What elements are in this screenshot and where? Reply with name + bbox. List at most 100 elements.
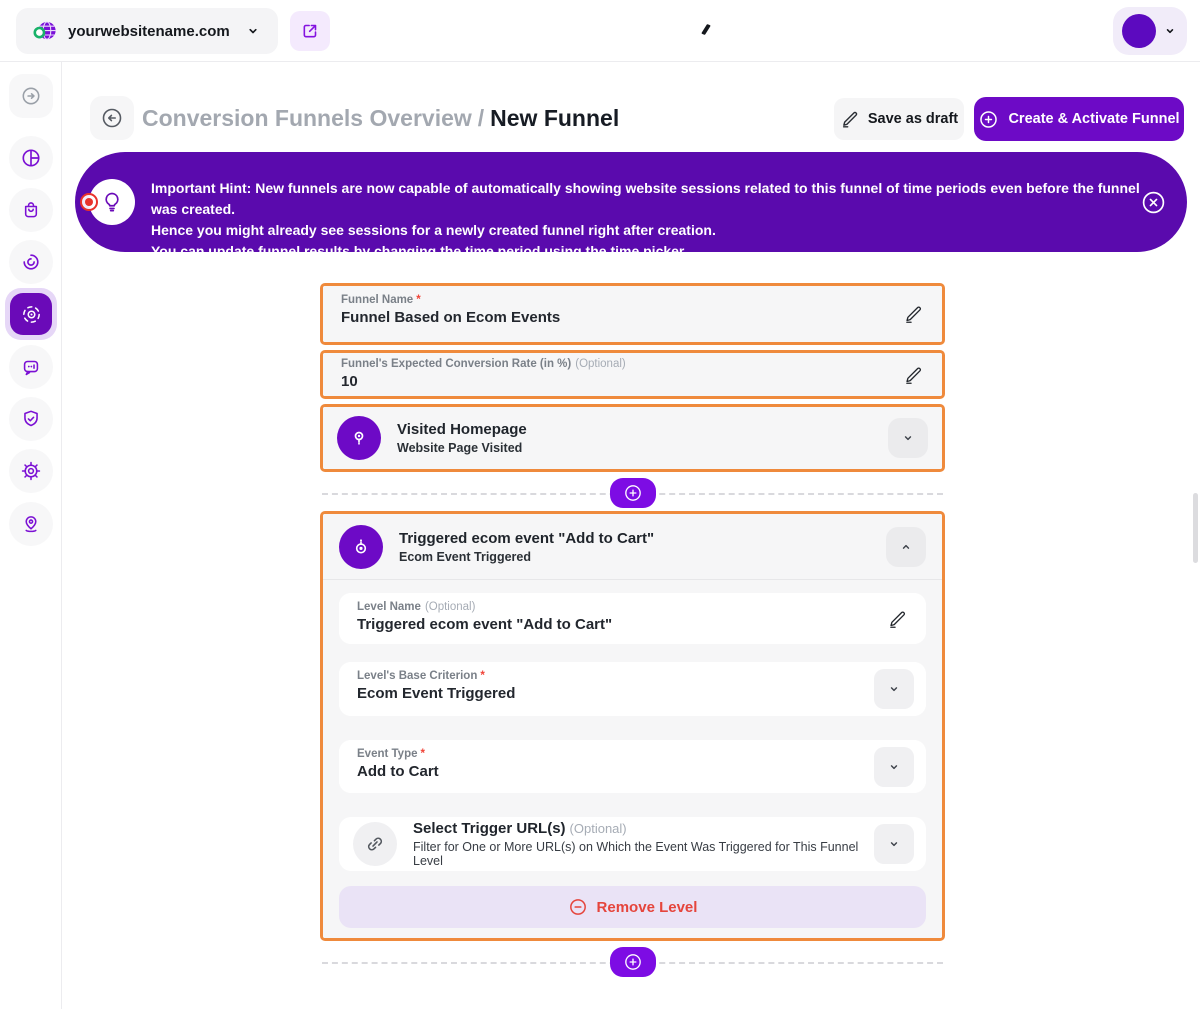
sidebar-item-analytics[interactable]: [9, 136, 53, 180]
shopping-bag-icon: [20, 199, 42, 221]
event-type-inner: Event Type* Add to Cart: [339, 740, 926, 793]
required-asterisk: *: [416, 294, 420, 306]
sidebar-item-funnels[interactable]: [5, 288, 57, 340]
trigger-urls-label: Select Trigger URL(s): [413, 820, 566, 837]
add-level-divider: [320, 947, 945, 977]
add-level-button[interactable]: [610, 478, 656, 508]
conversion-rate-label-row: Funnel's Expected Conversion Rate (in %)…: [341, 358, 882, 370]
add-level-divider: [320, 478, 945, 508]
optional-tag: (Optional): [570, 821, 627, 836]
funnel-target-icon: [20, 303, 43, 326]
level-name-field[interactable]: Level Name (Optional) Triggered ecom even…: [339, 593, 926, 644]
base-criterion-dropdown-button[interactable]: [874, 669, 914, 709]
level-2-text: Triggered ecom event "Add to Cart" Ecom …: [399, 530, 886, 564]
conversion-rate-field[interactable]: Funnel's Expected Conversion Rate (in %)…: [323, 353, 942, 396]
required-asterisk: *: [480, 670, 484, 682]
sidebar-item-settings[interactable]: [9, 449, 53, 493]
level-1-expand-button[interactable]: [888, 418, 928, 458]
create-activate-funnel-button[interactable]: Create & Activate Funnel: [974, 97, 1184, 141]
event-type-label-row: Event Type*: [357, 748, 866, 760]
site-selector[interactable]: yourwebsitename.com: [16, 8, 278, 54]
globe-icon: [32, 18, 58, 44]
pie-chart-icon: [20, 147, 42, 169]
text-cursor-artifact: [701, 24, 711, 35]
sidebar-item-collapse[interactable]: [9, 74, 53, 118]
conversion-rate-value: 10: [341, 373, 882, 390]
sidebar-item-tracking[interactable]: [9, 502, 53, 546]
level-2-header[interactable]: Triggered ecom event "Add to Cart" Ecom …: [323, 514, 942, 579]
chevron-down-icon: [900, 430, 916, 446]
back-arrow-icon: [100, 106, 124, 130]
save-as-draft-button[interactable]: Save as draft: [834, 98, 964, 140]
trigger-urls-dropdown-button[interactable]: [874, 824, 914, 864]
highlight-level-2: Triggered ecom event "Add to Cart" Ecom …: [320, 511, 945, 941]
main-content: Conversion Funnels Overview/New Funnel S…: [62, 62, 1200, 1009]
level-2-title: Triggered ecom event "Add to Cart": [399, 530, 886, 547]
site-name: yourwebsitename.com: [68, 23, 244, 40]
edit-icon[interactable]: [903, 364, 924, 385]
plus-circle-icon: [623, 952, 643, 972]
event-type-value: Add to Cart: [357, 763, 866, 780]
level-name-inner: Level Name (Optional) Triggered ecom even…: [339, 593, 926, 644]
chevron-down-icon: [886, 681, 902, 697]
level-name-value: Triggered ecom event "Add to Cart": [357, 616, 866, 633]
top-bar: yourwebsitename.com: [0, 0, 1200, 62]
scrollbar-thumb[interactable]: [1193, 493, 1198, 563]
breadcrumb-current: New Funnel: [490, 105, 619, 131]
avatar: [1122, 14, 1156, 48]
edit-icon[interactable]: [903, 304, 924, 325]
add-level-button[interactable]: [610, 947, 656, 977]
sidebar-nav: [0, 62, 62, 1009]
optional-tag: (Optional): [575, 358, 626, 370]
level-2-card: Triggered ecom event "Add to Cart" Ecom …: [323, 514, 942, 938]
gear-icon: [20, 460, 42, 482]
breadcrumb-parent[interactable]: Conversion Funnels Overview: [142, 105, 472, 131]
external-link-icon: [300, 21, 320, 41]
base-criterion-value: Ecom Event Triggered: [357, 685, 866, 702]
shield-check-icon: [20, 408, 42, 430]
dismiss-hint-button[interactable]: [1140, 189, 1167, 216]
ecom-event-icon: [349, 535, 373, 559]
base-criterion-inner: Level's Base Criterion* Ecom Event Trigg…: [339, 662, 926, 716]
sidebar-item-attribution[interactable]: [9, 240, 53, 284]
sidebar-item-verification[interactable]: [9, 397, 53, 441]
open-website-button[interactable]: [290, 11, 330, 51]
link-icon-badge: [353, 822, 397, 866]
event-type-select[interactable]: Event Type* Add to Cart: [339, 740, 926, 793]
required-asterisk: *: [421, 748, 425, 760]
trigger-urls-inner: Select Trigger URL(s)(Optional) Filter f…: [339, 817, 926, 871]
funnel-name-label-row: Funnel Name*: [341, 294, 882, 306]
chevron-down-icon: [886, 759, 902, 775]
level-name-label-row: Level Name (Optional): [357, 601, 866, 613]
event-type-dropdown-button[interactable]: [874, 747, 914, 787]
level-1-title: Visited Homepage: [397, 421, 888, 438]
funnel-name-field[interactable]: Funnel Name* Funnel Based on Ecom Events: [323, 286, 942, 342]
level-1-card[interactable]: Visited Homepage Website Page Visited: [323, 407, 942, 469]
edit-icon[interactable]: [887, 608, 908, 629]
remove-level-button[interactable]: Remove Level: [339, 886, 926, 928]
chevron-down-icon: [1162, 23, 1178, 39]
conversion-rate-label: Funnel's Expected Conversion Rate (in %): [341, 358, 571, 370]
sidebar-item-feedback[interactable]: [9, 345, 53, 389]
sidebar-item-ecommerce[interactable]: [9, 188, 53, 232]
level-2-icon-badge: [339, 525, 383, 569]
back-button[interactable]: [90, 96, 134, 140]
hint-line-3: You can update funnel results by changin…: [151, 241, 1141, 262]
trigger-urls-text: Select Trigger URL(s)(Optional) Filter f…: [413, 820, 866, 868]
level-2-subtitle: Ecom Event Triggered: [399, 550, 886, 564]
base-criterion-select[interactable]: Level's Base Criterion* Ecom Event Trigg…: [339, 662, 926, 716]
level-name-label: Level Name: [357, 601, 421, 613]
chat-bubble-icon: [20, 356, 42, 378]
level-2-collapse-button[interactable]: [886, 527, 926, 567]
plus-circle-icon: [623, 483, 643, 503]
chevron-down-icon: [244, 22, 262, 40]
optional-tag: (Optional): [425, 601, 476, 613]
hint-line-2: Hence you might already see sessions for…: [151, 220, 1141, 241]
click-indicator: [80, 193, 98, 211]
trigger-urls-select[interactable]: Select Trigger URL(s)(Optional) Filter f…: [339, 817, 926, 871]
funnel-name-label: Funnel Name: [341, 294, 413, 306]
base-criterion-label: Level's Base Criterion: [357, 670, 477, 682]
user-menu[interactable]: [1113, 7, 1187, 55]
level-1-icon-badge: [337, 416, 381, 460]
level-1-text: Visited Homepage Website Page Visited: [397, 421, 888, 455]
